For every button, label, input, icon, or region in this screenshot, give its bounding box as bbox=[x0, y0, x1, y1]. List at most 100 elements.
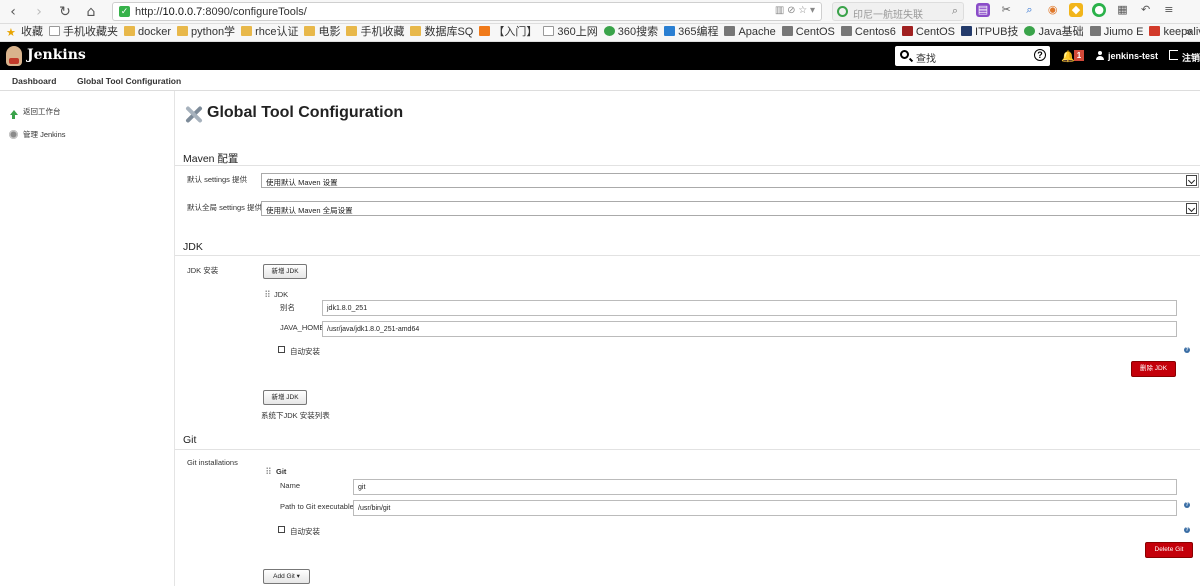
java-home-value: /usr/java/jdk1.8.0_251-amd64 bbox=[327, 326, 420, 333]
bookmark-label: Apache bbox=[738, 26, 776, 38]
jenkins-title[interactable]: Jenkins bbox=[27, 47, 86, 63]
bookmark-item[interactable]: docker bbox=[124, 24, 171, 41]
jenkins-logo-icon[interactable] bbox=[6, 46, 22, 66]
bookmark-label: keepaliv bbox=[1163, 26, 1200, 38]
add-git-button[interactable]: Add Git ▾ bbox=[263, 569, 310, 584]
jenkins-search-input[interactable]: 查找 ? bbox=[895, 46, 1050, 66]
bookmark-item[interactable]: Java基础 bbox=[1024, 24, 1084, 41]
shield-extension-icon[interactable]: ◆ bbox=[1068, 3, 1083, 17]
tools-icon bbox=[183, 103, 205, 125]
search-tool-icon[interactable]: ⌕ bbox=[1022, 3, 1036, 17]
bookmark-item[interactable]: CentOS bbox=[781, 24, 835, 41]
maven-global-settings-label: 默认全局 settings 提供 bbox=[187, 203, 263, 212]
browser-extension-icons: ▤ ✂ ⌕ ◉ ◆ ● ▦ ↶ ≡ bbox=[976, 3, 1183, 21]
sidebar-item-manage-jenkins[interactable]: 管理 Jenkins bbox=[9, 129, 66, 140]
bookmark-label: python学 bbox=[191, 26, 236, 38]
breadcrumb-global-tool-configuration[interactable]: Global Tool Configuration bbox=[77, 76, 181, 86]
bookmark-item[interactable]: Apache bbox=[724, 24, 776, 41]
git-auto-install-checkbox[interactable] bbox=[278, 526, 285, 533]
url-prefix: http:// bbox=[135, 6, 163, 18]
address-bar[interactable]: ✓ http://10.0.0.7:8090/configureTools/ ▥… bbox=[112, 2, 822, 21]
chat-icon[interactable]: ● bbox=[1092, 3, 1107, 17]
bookmark-item[interactable]: 手机收藏 bbox=[346, 24, 404, 41]
maven-settings-select[interactable]: 使用默认 Maven 设置 bbox=[261, 173, 1199, 188]
url-text[interactable]: http://10.0.0.7:8090/configureTools/ bbox=[135, 6, 307, 18]
user-icon bbox=[1096, 51, 1104, 60]
menu-icon[interactable]: ≡ bbox=[1162, 3, 1176, 17]
bookmark-label: CentOS bbox=[915, 26, 956, 38]
bookmark-item[interactable]: CentOS bbox=[901, 24, 956, 41]
reload-icon[interactable]: ↻ bbox=[56, 3, 74, 21]
jdk-auto-install-checkbox[interactable] bbox=[278, 346, 285, 353]
bookmark-label: 360搜索 bbox=[617, 26, 659, 38]
bookmark-label: docker bbox=[138, 26, 172, 38]
drag-handle-icon[interactable] bbox=[266, 467, 271, 475]
bookmark-item[interactable]: 数据库SQ bbox=[410, 24, 473, 41]
java-home-input[interactable]: /usr/java/jdk1.8.0_251-amd64 bbox=[322, 321, 1177, 337]
user-link[interactable]: jenkins-test bbox=[1108, 51, 1158, 61]
delete-jdk-button[interactable]: 删除 JDK bbox=[1131, 361, 1176, 377]
home-icon[interactable]: ⌂ bbox=[82, 3, 100, 21]
bookmark-item[interactable]: 【入门】 bbox=[479, 24, 537, 41]
bookmark-item[interactable]: python学 bbox=[177, 24, 235, 41]
bookmark-item[interactable]: 365编程 bbox=[664, 24, 718, 41]
jdk-alias-value: jdk1.8.0_251 bbox=[327, 305, 368, 312]
bookmark-label: 手机收藏 bbox=[360, 26, 405, 38]
more-bookmarks-button[interactable]: » bbox=[1186, 24, 1192, 41]
jdk-install-label: JDK 安装 bbox=[187, 266, 219, 275]
bookmark-item[interactable]: keepaliv bbox=[1149, 24, 1200, 41]
maven-settings-label: 默认 settings 提供 bbox=[187, 175, 248, 184]
help-icon[interactable]: ? bbox=[1184, 347, 1190, 353]
site-icon bbox=[664, 26, 676, 36]
search-icon[interactable]: ⌕ bbox=[952, 5, 958, 18]
bookmark-item[interactable]: 手机收藏夹 bbox=[49, 24, 118, 41]
bookmark-label: 360上网 bbox=[557, 26, 598, 38]
bookmark-item[interactable]: Jiumo E bbox=[1089, 24, 1143, 41]
bookmark-item[interactable]: 360上网 bbox=[543, 24, 598, 41]
forward-icon[interactable]: › bbox=[30, 3, 48, 21]
git-name-input[interactable]: git bbox=[353, 479, 1177, 495]
delete-git-button[interactable]: Delete Git bbox=[1145, 542, 1193, 558]
bookmark-label: 数据库SQ bbox=[424, 26, 474, 38]
scissors-icon[interactable]: ✂ bbox=[999, 3, 1013, 17]
bell-icon[interactable]: 🔔 bbox=[1061, 50, 1075, 63]
jdk-section-title: JDK bbox=[183, 241, 203, 253]
maven-global-settings-select[interactable]: 使用默认 Maven 全局设置 bbox=[261, 201, 1199, 216]
add-jdk-button-bottom[interactable]: 新增 JDK bbox=[263, 390, 307, 405]
jdk-alias-input[interactable]: jdk1.8.0_251 bbox=[322, 300, 1177, 316]
back-icon[interactable]: ‹ bbox=[4, 3, 22, 21]
git-item-title: Git bbox=[276, 467, 287, 476]
breadcrumb-dashboard[interactable]: Dashboard bbox=[12, 76, 56, 86]
add-jdk-button[interactable]: 新增 JDK bbox=[263, 264, 307, 279]
extension-icon[interactable]: ▤ bbox=[976, 3, 990, 17]
bookmark-item[interactable]: rhce认证 bbox=[241, 24, 298, 41]
notification-badge[interactable]: 1 bbox=[1074, 50, 1084, 61]
git-path-input[interactable]: /usr/bin/git bbox=[353, 500, 1177, 516]
help-icon[interactable]: ? bbox=[1184, 502, 1190, 508]
sidebar-item-back-to-dashboard[interactable]: 返回工作台 bbox=[9, 106, 61, 119]
logout-link[interactable]: 注销 bbox=[1182, 51, 1200, 64]
bookmark-item[interactable]: ★ 收藏 bbox=[6, 24, 43, 41]
bookmark-item[interactable]: 360搜索 bbox=[603, 24, 659, 41]
search-engine-icon bbox=[837, 6, 848, 17]
apps-grid-icon[interactable]: ▦ bbox=[1115, 3, 1129, 17]
chevron-down-icon bbox=[1186, 175, 1197, 186]
bookmark-label: CentOS bbox=[795, 26, 835, 38]
undo-icon[interactable]: ↶ bbox=[1139, 3, 1153, 17]
drag-handle-icon[interactable] bbox=[265, 290, 270, 298]
bookmark-item[interactable]: Centos6 bbox=[840, 24, 896, 41]
browser-search-box[interactable]: 印尼一航班失联 ⌕ bbox=[832, 2, 964, 21]
search-help-icon[interactable]: ? bbox=[1034, 49, 1046, 61]
site-icon bbox=[781, 26, 793, 36]
bookmark-item[interactable]: ITPUB技 bbox=[961, 24, 1018, 41]
bookmarks-bar: ★ 收藏 手机收藏夹 docker python学 rhce认证 电影 手机收藏 数据库SQ 【入… bbox=[0, 24, 1200, 42]
bookmark-label: 电影 bbox=[318, 26, 341, 38]
game-icon[interactable]: ◉ bbox=[1046, 3, 1060, 17]
gear-icon bbox=[9, 130, 18, 139]
help-icon[interactable]: ? bbox=[1184, 527, 1190, 533]
maven-settings-value: 使用默认 Maven 设置 bbox=[266, 178, 338, 187]
folder-icon bbox=[177, 26, 189, 36]
section-divider bbox=[175, 255, 1200, 256]
sidebar-item-label: 返回工作台 bbox=[23, 107, 61, 116]
bookmark-item[interactable]: 电影 bbox=[304, 24, 340, 41]
